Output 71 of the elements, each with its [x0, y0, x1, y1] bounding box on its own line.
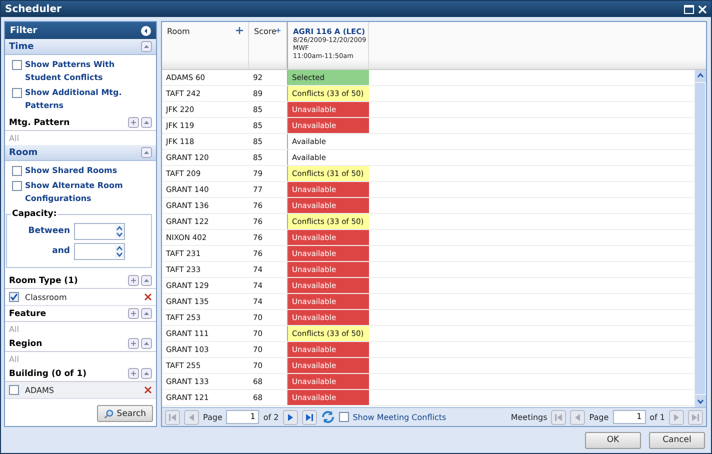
all-label: All [9, 324, 19, 334]
refresh-icon[interactable] [320, 410, 335, 424]
search-button[interactable]: Search [97, 405, 153, 422]
all-label: All [9, 354, 19, 364]
add-button[interactable] [128, 338, 139, 349]
all-label: All [9, 134, 19, 142]
capacity-label: Capacity: [11, 209, 58, 219]
page-field[interactable]: 1 [612, 410, 646, 424]
checkbox[interactable] [12, 166, 22, 176]
collapse-button[interactable] [141, 308, 152, 319]
checkbox[interactable] [12, 88, 22, 98]
dialog-button[interactable]: OK [585, 432, 641, 448]
list-title: Building (0 of 1) [9, 368, 87, 378]
meetings-label: Meetings [510, 412, 548, 422]
collapse-icon[interactable] [141, 26, 151, 36]
option-label: Show Patterns With Student Conflicts [25, 59, 116, 84]
page-count: of 2 [263, 412, 279, 422]
dialog-button[interactable]: Cancel [649, 432, 705, 448]
close-icon[interactable] [698, 4, 707, 14]
scroll-down-button[interactable] [694, 395, 706, 407]
add-button[interactable] [128, 275, 139, 286]
column-header[interactable]: Room [162, 22, 249, 69]
section-title: Room [9, 148, 38, 158]
window-title: Scheduler [5, 4, 62, 14]
list-title: Region [9, 338, 42, 348]
checkbox[interactable] [338, 412, 349, 422]
page-count: of 1 [650, 412, 665, 422]
add-button[interactable] [128, 117, 139, 128]
checkbox-label: Show Meeting Conflicts [352, 412, 446, 422]
page-label: Page [589, 412, 609, 422]
list-title: Mtg. Pattern [9, 118, 70, 128]
checkbox[interactable] [9, 292, 19, 302]
option-label: Show Alternate Room Configurations [25, 180, 124, 205]
add-button[interactable] [128, 308, 139, 319]
between-label: Between [28, 226, 70, 236]
remove-icon[interactable] [144, 293, 152, 301]
next-page-button[interactable] [282, 410, 298, 424]
collapse-button[interactable] [141, 338, 152, 349]
collapse-button[interactable] [141, 41, 152, 52]
remove-icon[interactable] [144, 386, 152, 394]
checkbox[interactable] [9, 385, 19, 395]
option-label: Show Additional Mtg. Patterns [25, 87, 123, 112]
last-page-button[interactable] [302, 410, 317, 424]
collapse-button[interactable] [141, 147, 152, 158]
item-label: Classroom [25, 292, 68, 302]
scrollbar[interactable] [694, 70, 706, 407]
previous-page-button[interactable] [570, 410, 586, 424]
maximize-icon[interactable] [684, 4, 694, 14]
collapse-button[interactable] [141, 117, 152, 128]
list-title: Room Type (1) [9, 276, 78, 286]
item-label: ADAMS [25, 386, 55, 394]
and-label: and [52, 246, 70, 256]
scroll-up-button[interactable] [694, 70, 706, 82]
plus-icon[interactable] [236, 27, 243, 34]
option-label: Show Shared Rooms [25, 165, 118, 177]
plus-icon[interactable] [276, 27, 281, 34]
column-header[interactable]: Score [249, 22, 287, 69]
search-icon [104, 408, 114, 420]
previous-page-button[interactable] [184, 410, 199, 424]
list-title: Feature [9, 308, 46, 318]
page-field[interactable]: 1 [226, 410, 260, 424]
collapse-button[interactable] [141, 368, 152, 379]
add-button[interactable] [128, 368, 139, 379]
checkbox[interactable] [12, 60, 22, 70]
collapse-button[interactable] [141, 275, 152, 286]
page-label: Page [203, 412, 222, 422]
first-page-button[interactable] [165, 410, 180, 424]
section-title: Time [9, 42, 34, 52]
filter-title: Filter [10, 26, 38, 36]
first-page-button[interactable] [551, 410, 566, 424]
checkbox[interactable] [12, 181, 22, 191]
